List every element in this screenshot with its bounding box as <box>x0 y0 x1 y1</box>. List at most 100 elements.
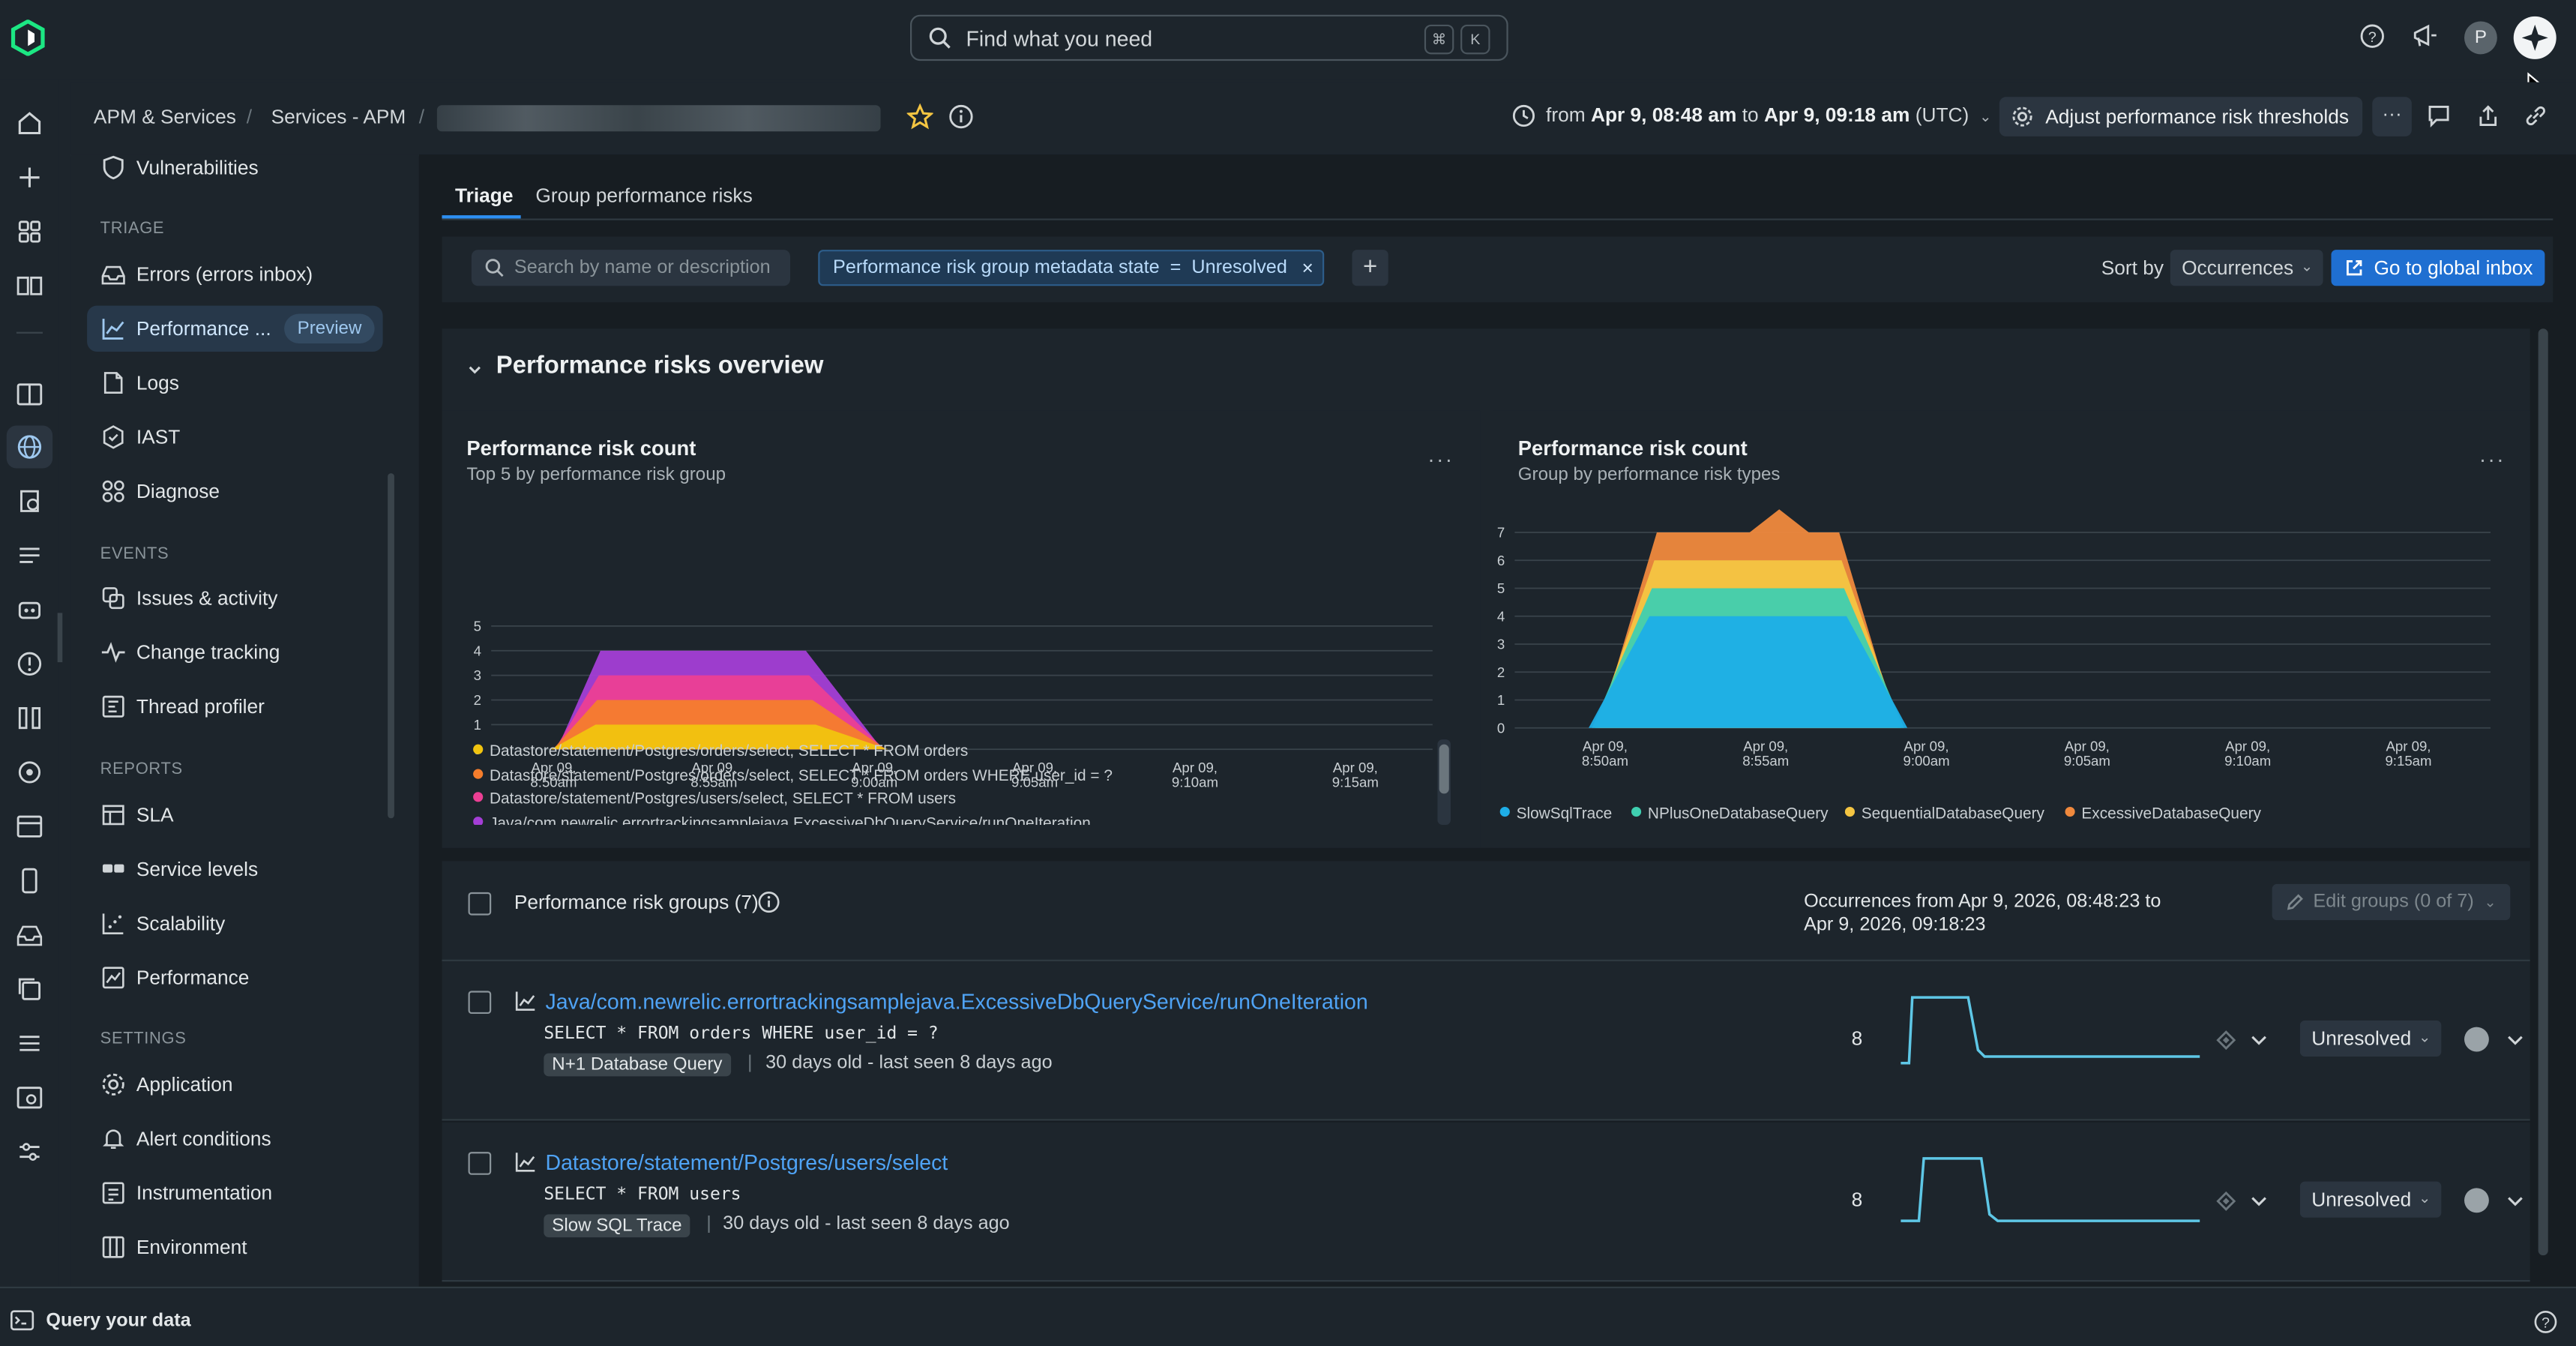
more-actions-button[interactable]: ··· <box>2372 97 2412 136</box>
main-scrollbar[interactable] <box>2538 328 2548 1256</box>
legend-scrollbar-thumb[interactable] <box>1439 744 1449 794</box>
nav-item-errors-inbox[interactable]: Errors (errors inbox) <box>87 251 382 297</box>
user-avatar[interactable]: P <box>2464 21 2497 55</box>
nav-item-performance-risks[interactable]: Performance ... Preview <box>87 305 383 352</box>
link-icon[interactable] <box>2524 103 2548 128</box>
row-checkbox[interactable] <box>468 991 492 1015</box>
x-tick-label: Apr 09, <box>1904 738 1949 754</box>
go-to-global-inbox-button[interactable]: Go to global inbox <box>2331 250 2545 286</box>
nav-item-diagnose[interactable]: Diagnose <box>87 469 382 514</box>
legend-item[interactable]: SlowSqlTrace <box>1499 805 1612 823</box>
table-row[interactable]: Datastore/statement/Postgres/users/selec… <box>442 1122 2530 1282</box>
nav-item-iast[interactable]: IAST <box>87 414 382 460</box>
chevron-down-icon[interactable] <box>2506 1032 2525 1048</box>
chevron-down-icon[interactable] <box>466 361 483 378</box>
breadcrumb-apm-services[interactable]: APM & Services <box>94 105 236 128</box>
table-row[interactable]: Java/com.newrelic.errortrackingsamplejav… <box>442 961 2530 1121</box>
pulse-icon <box>101 642 125 663</box>
ai-assistant-button[interactable] <box>2513 16 2557 59</box>
row-checkbox[interactable] <box>468 1152 492 1175</box>
select-all-checkbox[interactable] <box>468 892 492 916</box>
nav-item-logs[interactable]: Logs <box>87 360 382 406</box>
logs-list-icon[interactable] <box>15 541 44 570</box>
legend-item[interactable]: Datastore/statement/Postgres/users/selec… <box>473 790 956 808</box>
apm-globe-icon[interactable] <box>15 432 44 461</box>
nav-scrollbar[interactable] <box>388 473 394 819</box>
nav-item-instrumentation[interactable]: Instrumentation <box>87 1170 382 1216</box>
comment-icon[interactable] <box>2427 103 2452 128</box>
legend-item[interactable]: SequentialDatabaseQuery <box>1844 805 2044 823</box>
group-title-link[interactable]: Datastore/statement/Postgres/users/selec… <box>546 1150 948 1175</box>
add-filter-button[interactable]: + <box>1352 250 1388 286</box>
nav-item-alert-conditions[interactable]: Alert conditions <box>87 1116 382 1162</box>
assignee-avatar[interactable] <box>2464 1027 2489 1052</box>
kubernetes-icon[interactable] <box>15 757 44 787</box>
nav-item-performance[interactable]: Performance <box>87 955 382 1000</box>
status-select[interactable]: Unresolved ⌄ <box>2299 1020 2441 1057</box>
diamond-icon[interactable] <box>2216 1030 2236 1051</box>
edit-groups-button[interactable]: Edit groups (0 of 7) ⌄ <box>2272 883 2510 921</box>
close-icon[interactable]: × <box>1302 251 1313 284</box>
filter-search-input[interactable]: Search by name or description <box>471 250 791 286</box>
nav-item-scalability[interactable]: Scalability <box>87 901 382 946</box>
edit-groups-label: Edit groups (0 of 7) <box>2313 892 2474 913</box>
mobile-icon[interactable] <box>15 866 44 895</box>
info-icon[interactable] <box>757 891 780 914</box>
nav-item-change-tracking[interactable]: Change tracking <box>87 629 382 675</box>
chevron-down-icon[interactable] <box>2249 1032 2269 1048</box>
alerts-icon[interactable] <box>15 649 44 679</box>
legend-label: NPlusOneDatabaseQuery <box>1647 805 1829 823</box>
tab-triage[interactable]: Triage <box>455 184 513 207</box>
share-icon[interactable] <box>2476 103 2500 128</box>
nav-item-vulnerabilities[interactable]: Vulnerabilities <box>87 154 382 190</box>
apps-grid-icon[interactable] <box>15 217 44 246</box>
time-range-to-word: to <box>1742 103 1759 127</box>
legend-item[interactable]: Java/com.newrelic.errortrackingsamplejav… <box>473 814 1091 824</box>
status-select[interactable]: Unresolved ⌄ <box>2299 1181 2441 1218</box>
stack-icon[interactable] <box>15 1029 44 1058</box>
tab-group-performance-risks[interactable]: Group performance risks <box>535 184 752 207</box>
nav-item-application[interactable]: Application <box>87 1062 382 1108</box>
sliders-icon[interactable] <box>15 1137 44 1166</box>
query-builder-icon[interactable] <box>15 1083 44 1112</box>
legend-item[interactable]: Datastore/statement/Postgres/orders/sele… <box>473 742 968 761</box>
chevron-down-icon[interactable] <box>2506 1193 2525 1210</box>
nav-item-environment[interactable]: Environment <box>87 1225 382 1270</box>
filter-chip-state[interactable]: Performance risk group metadata state = … <box>818 250 1325 286</box>
query-your-data-bar[interactable]: Query your data ? <box>0 1286 2576 1346</box>
legend-item[interactable]: ExcessiveDatabaseQuery <box>2065 805 2261 823</box>
home-icon[interactable] <box>15 109 44 138</box>
announcements-icon[interactable] <box>2412 23 2440 49</box>
legend-item[interactable]: Datastore/statement/Postgres/orders/sele… <box>473 766 1113 784</box>
add-icon[interactable] <box>15 163 44 192</box>
time-range-picker[interactable]: from Apr 9, 08:48 am to Apr 9, 09:18 am … <box>1546 103 1992 127</box>
help-icon[interactable]: ? <box>2533 1309 2558 1334</box>
window-icon[interactable] <box>15 812 44 841</box>
browser-icon[interactable] <box>15 487 44 516</box>
nav-item-thread-profiler[interactable]: Thread profiler <box>87 684 382 730</box>
entity-name-redacted[interactable] <box>436 105 881 132</box>
book-icon[interactable] <box>15 271 44 301</box>
diamond-icon[interactable] <box>2216 1191 2236 1211</box>
columns-icon[interactable] <box>15 703 44 733</box>
chevron-down-icon[interactable] <box>2249 1193 2269 1210</box>
help-icon[interactable]: ? <box>2359 23 2386 49</box>
new-relic-logo[interactable] <box>10 19 46 56</box>
legend-item[interactable]: NPlusOneDatabaseQuery <box>1631 805 1829 823</box>
assignee-avatar[interactable] <box>2464 1188 2489 1213</box>
robot-icon[interactable] <box>15 595 44 624</box>
nav-item-sla[interactable]: SLA <box>87 792 382 838</box>
inbox-icon[interactable] <box>15 920 44 949</box>
sort-by-select[interactable]: Occurrences ⌄ <box>2170 250 2323 286</box>
group-title-link[interactable]: Java/com.newrelic.errortrackingsamplejav… <box>546 989 1368 1014</box>
global-search-input[interactable]: Find what you need ⌘ K <box>909 14 1508 61</box>
search-icon <box>929 27 951 49</box>
star-icon[interactable] <box>906 103 933 130</box>
copy-icon[interactable] <box>15 974 44 1003</box>
nav-item-issues-activity[interactable]: Issues & activity <box>87 575 382 621</box>
adjust-thresholds-button[interactable]: Adjust performance risk thresholds <box>1999 97 2362 136</box>
info-icon[interactable] <box>948 103 974 130</box>
nav-item-service-levels[interactable]: Service levels <box>87 847 382 892</box>
breadcrumb-services-apm[interactable]: Services - APM <box>271 105 406 128</box>
dashboards-icon[interactable] <box>15 379 44 409</box>
